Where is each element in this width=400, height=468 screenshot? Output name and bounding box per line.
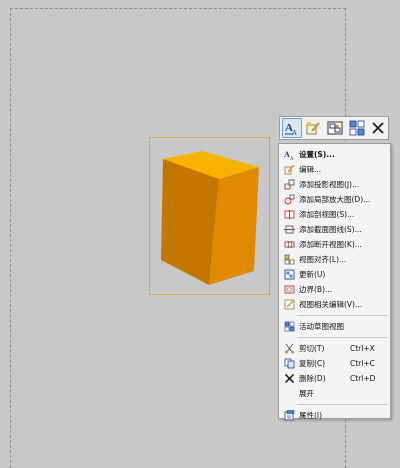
menu-item-settings[interactable]: AA 设置(S)... (279, 147, 390, 162)
view-icon (327, 121, 343, 135)
menu-item-add-projection-view[interactable]: 添加投影视图(J)... (279, 177, 390, 192)
menu-item-update[interactable]: 更新(U) (279, 267, 390, 282)
menu-item-properties[interactable]: 属性(I) (279, 408, 390, 423)
close-icon (372, 122, 384, 134)
toolbar-view-button[interactable] (325, 118, 345, 138)
toolbar-close-button[interactable] (368, 118, 388, 138)
menu-item-label: 添加剖视图(S)... (299, 210, 355, 219)
view-boundary-frame (149, 137, 270, 295)
menu-item-label: 复制(C) (299, 359, 326, 368)
menu-item-label: 视图对齐(L)... (299, 255, 347, 264)
menu-item-shortcut: Ctrl+X (350, 344, 375, 353)
view-toolbar: A A (279, 116, 389, 140)
delete-icon (283, 373, 295, 385)
settings-icon: AA (283, 149, 295, 161)
menu-item-view-dependent-edit[interactable]: 视图相关编辑(V)... (279, 297, 390, 312)
menu-item-active-sketch-view[interactable]: 活动草图视图 (279, 319, 390, 334)
menu-item-label: 属性(I) (299, 411, 323, 420)
menu-item-label: 删除(D) (299, 374, 326, 383)
menu-separator (297, 315, 388, 316)
boundary-icon (283, 284, 295, 296)
edit-icon (283, 164, 295, 176)
update-icon (283, 269, 295, 281)
menu-item-add-section-line[interactable]: 添加截面图线(S)... (279, 222, 390, 237)
menu-separator (297, 337, 388, 338)
toolbar-grid-view-button[interactable] (347, 118, 367, 138)
empty-icon-slot (283, 388, 295, 400)
svg-text:A: A (292, 129, 297, 136)
menu-item-label: 展开 (299, 389, 314, 398)
menu-item-label: 设置(S)... (299, 150, 335, 159)
menu-item-align-view[interactable]: 视图对齐(L)... (279, 252, 390, 267)
grid-view-icon (349, 120, 365, 136)
toolbar-settings-button[interactable]: A A (282, 118, 302, 138)
copy-icon (283, 358, 295, 370)
active-sketch-view-icon (283, 321, 295, 333)
projection-view-icon (283, 179, 295, 191)
cut-view-icon (283, 209, 295, 221)
menu-item-shortcut: Ctrl+D (350, 374, 376, 383)
menu-item-label: 编辑... (299, 165, 322, 174)
menu-item-label: 添加局部放大图(D)... (299, 195, 371, 204)
menu-item-add-detail-view[interactable]: 添加局部放大图(D)... (279, 192, 390, 207)
view-edit-icon (283, 299, 295, 311)
align-view-icon (283, 254, 295, 266)
context-menu: AA 设置(S)... 编辑... 添加投影视图(J)... 添加局部放大图(D… (278, 143, 391, 421)
menu-item-add-break-view[interactable]: 添加断开视图(K)... (279, 237, 390, 252)
menu-item-edit[interactable]: 编辑... (279, 162, 390, 177)
menu-separator (297, 404, 388, 405)
menu-item-shortcut: Ctrl+C (350, 359, 375, 368)
break-view-icon (283, 239, 295, 251)
menu-item-copy[interactable]: 复制(C) Ctrl+C (279, 356, 390, 371)
menu-item-label: 添加断开视图(K)... (299, 240, 362, 249)
cut-icon (283, 343, 295, 355)
menu-item-label: 活动草图视图 (299, 322, 344, 331)
section-line-icon (283, 224, 295, 236)
menu-item-label: 剪切(T) (299, 344, 325, 353)
menu-item-label: 更新(U) (299, 270, 326, 279)
menu-item-add-cut-view[interactable]: 添加剖视图(S)... (279, 207, 390, 222)
menu-item-expand[interactable]: 展开 (279, 386, 390, 401)
properties-icon (283, 410, 295, 422)
menu-item-cut[interactable]: 剪切(T) Ctrl+X (279, 341, 390, 356)
menu-item-label: 添加投影视图(J)... (299, 180, 360, 189)
toolbar-edit-button[interactable] (304, 118, 324, 138)
detail-view-icon (283, 194, 295, 206)
menu-item-label: 添加截面图线(S)... (299, 225, 362, 234)
menu-item-label: 边界(B)... (299, 285, 333, 294)
text-settings-icon: A A (284, 122, 297, 136)
menu-item-boundary[interactable]: 边界(B)... (279, 282, 390, 297)
menu-item-delete[interactable]: 删除(D) Ctrl+D (279, 371, 390, 386)
menu-item-label: 视图相关编辑(V)... (299, 300, 363, 309)
svg-text:A: A (290, 157, 294, 160)
edit-icon (306, 122, 321, 135)
